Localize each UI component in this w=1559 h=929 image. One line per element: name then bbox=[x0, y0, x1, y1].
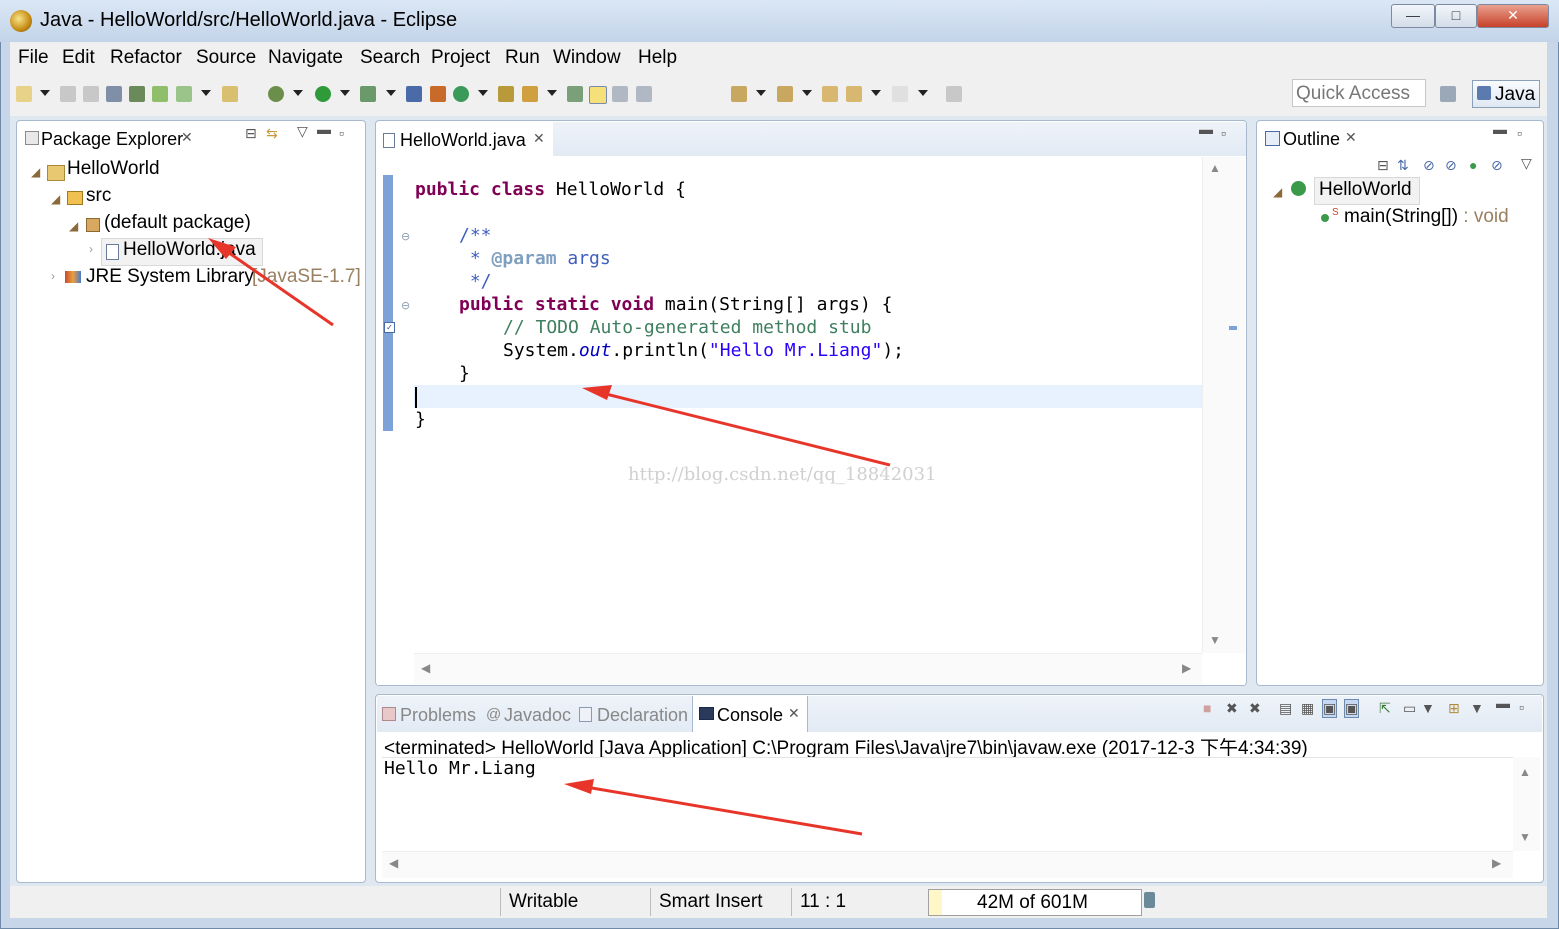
annotation-arrow bbox=[208, 238, 334, 327]
annotation-arrows bbox=[208, 238, 891, 836]
annotation-arrow bbox=[564, 779, 863, 836]
annotation-arrow bbox=[582, 385, 891, 467]
